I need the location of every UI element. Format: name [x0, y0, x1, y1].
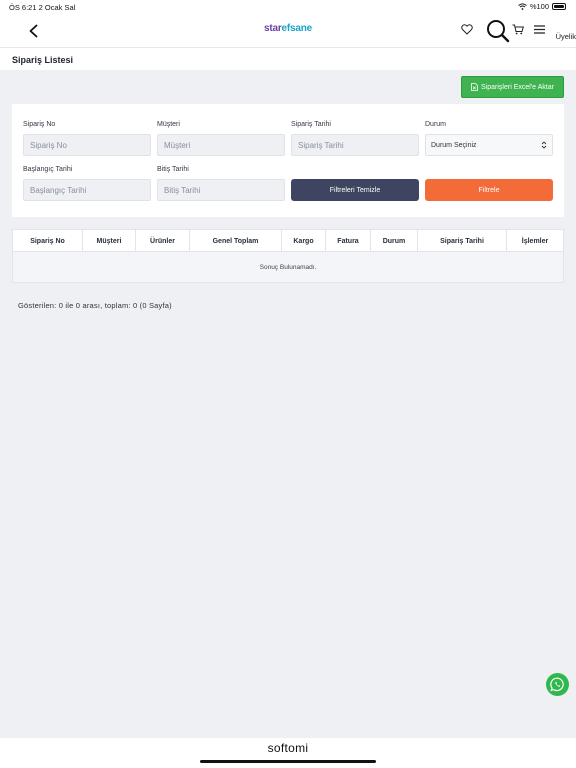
search-icon[interactable] [486, 19, 510, 43]
hamburger-menu-icon[interactable] [534, 25, 545, 34]
order-date-label: Sipariş Tarihi [291, 121, 331, 128]
start-date-placeholder: Başlangıç Tarihi [30, 185, 87, 195]
clear-filters-label: Filtreleri Temizle [329, 186, 381, 194]
table-header: Sipariş No Müşteri Ürünler Genel Toplam … [13, 230, 563, 252]
menu-label[interactable]: Üyelik [556, 32, 576, 41]
status-time-date: ÖS 6:21 2 Ocak Sal [9, 3, 76, 12]
whatsapp-icon [550, 677, 564, 692]
home-indicator[interactable] [200, 760, 376, 763]
column-header-order-date[interactable]: Sipariş Tarihi [418, 230, 507, 252]
app-header: starefsane Üyelik [0, 14, 576, 48]
end-date-input[interactable]: Bitiş Tarihi [157, 179, 285, 201]
customer-label: Müşteri [157, 121, 180, 128]
column-header-actions[interactable]: İşlemler [507, 230, 563, 252]
orders-table: Sipariş No Müşteri Ürünler Genel Toplam … [12, 229, 564, 283]
order-no-placeholder: Sipariş No [30, 140, 67, 150]
battery-icon [552, 3, 566, 10]
battery-percent: %100 [529, 2, 549, 11]
logo-part-efsane: efsane [281, 23, 313, 34]
start-date-label: Başlangıç Tarihi [23, 166, 73, 173]
order-no-input[interactable]: Sipariş No [23, 134, 151, 156]
apply-filter-label: Filtrele [478, 186, 500, 194]
column-header-shipping[interactable]: Kargo [282, 230, 326, 252]
bottom-bar: softomi [0, 738, 576, 768]
filter-panel: Sipariş No Sipariş No Müşteri Müşteri Si… [12, 104, 564, 217]
whatsapp-button[interactable] [546, 673, 569, 696]
customer-placeholder: Müşteri [164, 140, 191, 150]
table-empty-message: Sonuç Bulunamadı. [13, 252, 563, 282]
column-header-grand-total[interactable]: Genel Toplam [190, 230, 282, 252]
header-actions: Üyelik [456, 19, 576, 43]
column-header-order-no[interactable]: Sipariş No [13, 230, 83, 252]
heart-icon[interactable] [461, 24, 473, 35]
export-excel-label: Siparişleri Excel'e Aktar [481, 83, 554, 91]
select-arrows-icon [541, 141, 547, 149]
apply-filter-button[interactable]: Filtrele [425, 179, 553, 201]
status-label: Durum [425, 121, 447, 128]
export-excel-button[interactable]: Siparişleri Excel'e Aktar [461, 76, 564, 98]
status-select[interactable]: Durum Seçiniz [425, 134, 553, 156]
footer-brand: softomi [267, 741, 309, 755]
order-date-placeholder: Sipariş Tarihi [298, 140, 344, 150]
order-no-label: Sipariş No [23, 121, 56, 128]
column-header-status[interactable]: Durum [371, 230, 418, 252]
column-header-products[interactable]: Ürünler [136, 230, 190, 252]
wifi-icon [517, 3, 527, 10]
status-indicators: %100 [517, 2, 566, 11]
end-date-placeholder: Bitiş Tarihi [164, 185, 201, 195]
clear-filters-button[interactable]: Filtreleri Temizle [291, 179, 419, 201]
page-title: Sipariş Listesi [12, 55, 74, 65]
status-select-value: Durum Seçiniz [431, 141, 477, 149]
excel-file-icon [471, 83, 478, 91]
order-date-input[interactable]: Sipariş Tarihi [291, 134, 419, 156]
pagination-info: Gösterilen: 0 ile 0 arası, toplam: 0 (0 … [18, 301, 172, 310]
cart-icon[interactable] [512, 24, 524, 35]
customer-input[interactable]: Müşteri [157, 134, 285, 156]
status-bar: ÖS 6:21 2 Ocak Sal %100 [0, 0, 576, 14]
column-header-customer[interactable]: Müşteri [83, 230, 136, 252]
page-title-bar: Sipariş Listesi [0, 48, 576, 70]
column-header-invoice[interactable]: Fatura [326, 230, 371, 252]
logo-part-star: star [263, 23, 282, 34]
end-date-label: Bitiş Tarihi [157, 166, 189, 173]
start-date-input[interactable]: Başlangıç Tarihi [23, 179, 151, 201]
